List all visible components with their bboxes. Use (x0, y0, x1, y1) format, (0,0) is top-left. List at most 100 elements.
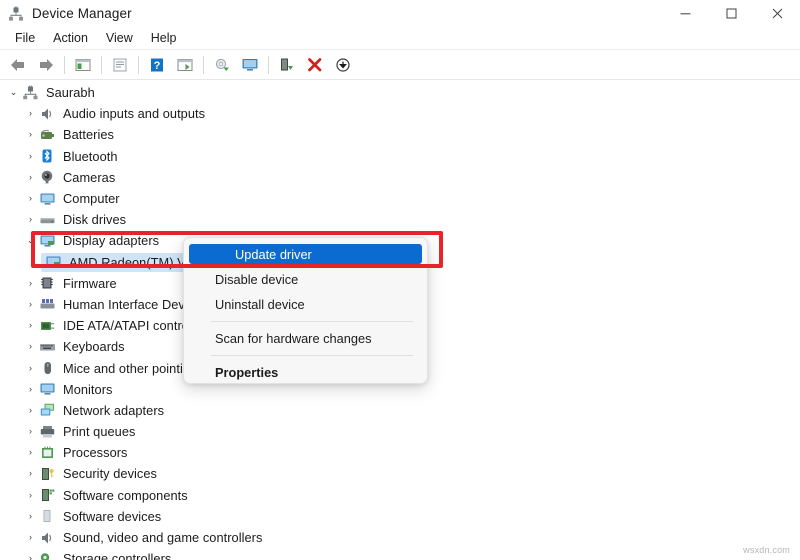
tree-item-disk-drives[interactable]: › Disk drives (0, 209, 800, 230)
storage-controller-icon (39, 551, 56, 560)
chevron-right-icon[interactable]: › (25, 108, 36, 119)
tree-item-label: Security devices (63, 466, 157, 482)
toolbar-separator (268, 55, 269, 74)
tree-root-row[interactable]: ⌄ Saurabh (0, 82, 800, 103)
chevron-right-icon[interactable]: › (25, 490, 36, 501)
back-icon[interactable] (5, 53, 31, 77)
chevron-right-icon[interactable]: › (25, 384, 36, 395)
toolbar-separator (101, 55, 102, 74)
keyboard-icon (39, 339, 56, 355)
chevron-right-icon[interactable]: › (25, 172, 36, 183)
context-menu-separator (211, 321, 413, 322)
chevron-down-icon[interactable]: ⌄ (8, 87, 19, 98)
window-controls (662, 0, 800, 27)
tree-item-bluetooth[interactable]: › Bluetooth (0, 146, 800, 167)
context-menu-item-scan-for-hardware-changes[interactable]: Scan for hardware changes (188, 326, 423, 351)
chevron-right-icon[interactable]: › (25, 299, 36, 310)
close-button[interactable] (754, 0, 800, 27)
tree-item-label: Sound, video and game controllers (63, 530, 263, 546)
tree-item-security-devices[interactable]: › Security devices (0, 463, 800, 484)
uninstall-device-icon[interactable] (274, 53, 300, 77)
watermark: wsxdn.com (743, 545, 790, 555)
chevron-right-icon[interactable]: › (25, 151, 36, 162)
scan-for-hardware-changes-icon[interactable] (209, 53, 235, 77)
tree-item-label: Software components (63, 487, 188, 503)
hid-icon (39, 296, 56, 312)
tree-item-software-components[interactable]: › Software components (0, 485, 800, 506)
tree-item-print-queues[interactable]: › Print queues (0, 421, 800, 442)
context-menu-item-update-driver[interactable]: Update driver (189, 244, 422, 264)
software-component-icon (39, 487, 56, 503)
tree-item-label: Network adapters (63, 402, 165, 418)
chevron-right-icon[interactable]: › (25, 511, 36, 522)
tree-item-label: Cameras (63, 169, 116, 185)
tree-item-label: Computer (63, 191, 120, 207)
tree-item-label: Disk drives (63, 212, 127, 228)
tree-item-label: Keyboards (63, 339, 125, 355)
device-context-menu[interactable]: Update driver Disable device Uninstall d… (183, 237, 428, 384)
tree-item-processors[interactable]: › Processors (0, 442, 800, 463)
chevron-right-icon[interactable]: › (25, 193, 36, 204)
tree-item-audio-inputs-and-outputs[interactable]: › Audio inputs and outputs (0, 103, 800, 124)
chevron-right-icon[interactable]: › (25, 532, 36, 543)
help-icon[interactable]: ? (144, 53, 170, 77)
display-icon[interactable] (237, 53, 263, 77)
chevron-right-icon[interactable]: › (25, 405, 36, 416)
display-adapter-icon (39, 233, 56, 249)
context-menu-item-disable-device[interactable]: Disable device (188, 267, 423, 292)
update-driver-software-icon[interactable] (172, 53, 198, 77)
chevron-right-icon[interactable]: › (25, 341, 36, 352)
tree-item-storage-controllers[interactable]: › Storage controllers (0, 548, 800, 560)
tree-item-network-adapters[interactable]: › Network adapters (0, 400, 800, 421)
chevron-right-icon[interactable]: › (25, 129, 36, 140)
forward-icon[interactable] (33, 53, 59, 77)
properties-icon[interactable] (107, 53, 133, 77)
tree-root-label: Saurabh (46, 85, 95, 101)
chevron-down-icon[interactable]: ⌄ (25, 235, 36, 246)
show-hide-console-tree-icon[interactable] (70, 53, 96, 77)
tree-item-label: Print queues (63, 424, 136, 440)
chevron-right-icon[interactable]: › (25, 447, 36, 458)
maximize-button[interactable] (708, 0, 754, 27)
ide-controller-icon (39, 318, 56, 334)
tree-item-label: Software devices (63, 508, 162, 524)
network-adapter-icon (39, 402, 56, 418)
toolbar-separator (64, 55, 65, 74)
enable-device-icon[interactable] (330, 53, 356, 77)
chevron-right-icon[interactable]: › (25, 426, 36, 437)
chevron-right-icon[interactable]: › (25, 214, 36, 225)
toolbar-separator (138, 55, 139, 74)
tree-item-label: Firmware (63, 275, 117, 291)
chevron-right-icon[interactable]: › (25, 553, 36, 560)
menu-view[interactable]: View (97, 29, 142, 47)
svg-text:?: ? (154, 60, 161, 72)
menu-help[interactable]: Help (142, 29, 186, 47)
window-title: Device Manager (32, 6, 132, 21)
speaker-icon (39, 106, 56, 122)
context-menu-item-properties[interactable]: Properties (188, 360, 423, 385)
menu-file[interactable]: File (6, 29, 44, 47)
context-menu-separator (211, 355, 413, 356)
menu-action[interactable]: Action (44, 29, 97, 47)
monitor-icon (39, 381, 56, 397)
chevron-right-icon[interactable]: › (25, 363, 36, 374)
tree-item-batteries[interactable]: › Batteries (0, 124, 800, 145)
minimize-button[interactable] (662, 0, 708, 27)
tree-item-label: Audio inputs and outputs (63, 106, 206, 122)
software-device-icon (39, 508, 56, 524)
disable-device-icon[interactable] (302, 53, 328, 77)
chevron-right-icon[interactable]: › (25, 320, 36, 331)
tree-item-label: Monitors (63, 381, 113, 397)
tree-item-label: Bluetooth (63, 148, 118, 164)
processor-icon (39, 445, 56, 461)
tree-item-cameras[interactable]: › Cameras (0, 167, 800, 188)
context-menu-item-uninstall-device[interactable]: Uninstall device (188, 292, 423, 317)
tree-item-software-devices[interactable]: › Software devices (0, 506, 800, 527)
speaker-icon (39, 530, 56, 546)
tree-item-computer[interactable]: › Computer (0, 188, 800, 209)
tree-item-sound-video-and-game-controllers[interactable]: › Sound, video and game controllers (0, 527, 800, 548)
chevron-right-icon[interactable]: › (25, 278, 36, 289)
bluetooth-icon (39, 148, 56, 164)
tree-item-label: Batteries (63, 127, 114, 143)
chevron-right-icon[interactable]: › (25, 468, 36, 479)
